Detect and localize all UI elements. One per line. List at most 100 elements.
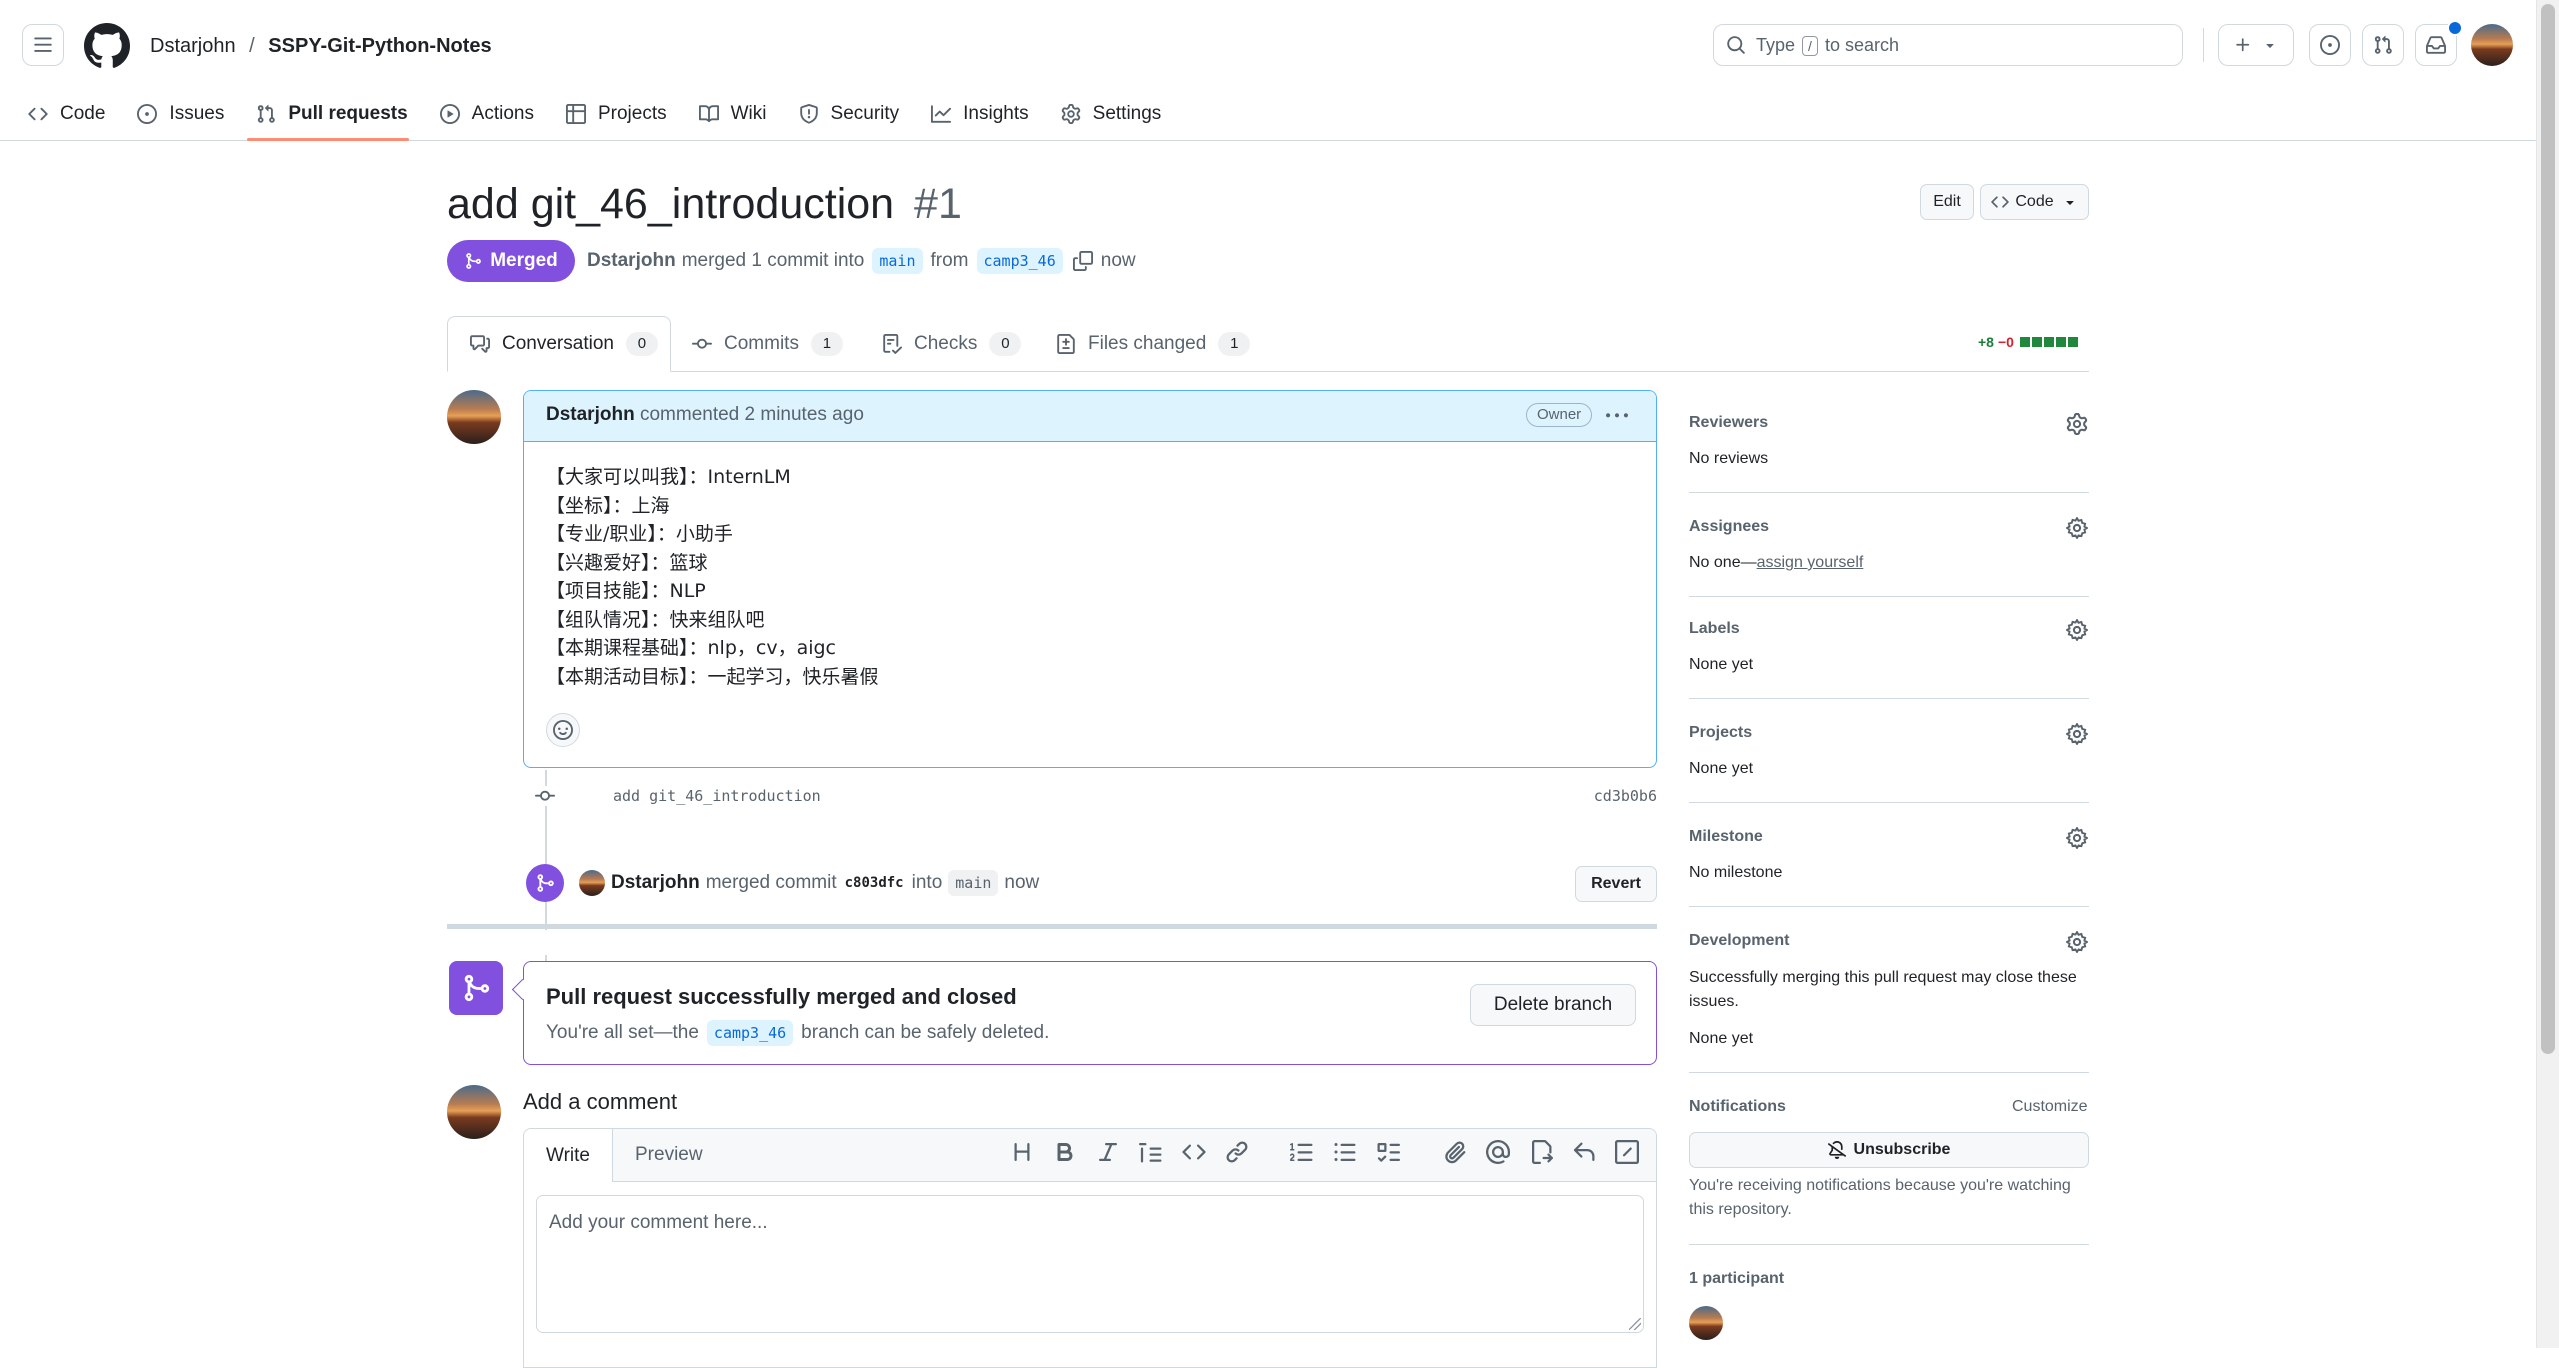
github-logo-icon[interactable] (84, 23, 130, 69)
code-icon[interactable] (1182, 1140, 1206, 1164)
gear-icon[interactable] (2066, 931, 2088, 953)
add-reaction-button[interactable] (546, 713, 580, 747)
tasklist-icon[interactable] (1376, 1140, 1400, 1164)
edit-title-button[interactable]: Edit (1920, 184, 1974, 220)
copy-icon[interactable] (1072, 251, 1093, 271)
tab-count: 0 (625, 332, 658, 356)
comment-time[interactable]: 2 minutes ago (745, 404, 864, 425)
nav-security[interactable]: Security (799, 103, 899, 125)
commit-message-link[interactable]: add git_46_introduction (613, 787, 821, 805)
nav-pull-requests[interactable]: Pull requests (256, 103, 408, 125)
assignees-title[interactable]: Assignees (1689, 518, 1769, 536)
merger-avatar[interactable] (579, 870, 605, 896)
development-value: None yet (1689, 1030, 1754, 1047)
gear-icon[interactable] (2066, 827, 2088, 849)
merge-commit-sha[interactable]: c803dfc (845, 875, 904, 891)
paperclip-icon[interactable] (1443, 1140, 1467, 1164)
scrollbar-thumb[interactable] (2541, 4, 2555, 1054)
preview-tab[interactable]: Preview (635, 1129, 703, 1181)
italic-icon[interactable] (1096, 1140, 1120, 1164)
tab-files-changed[interactable]: Files changed 1 (1056, 316, 1251, 372)
merge-target-branch[interactable]: main (948, 870, 999, 896)
gear-icon[interactable] (2066, 517, 2088, 539)
pr-meta: Dstarjohn merged 1 commit into main from… (587, 246, 1136, 276)
development-title[interactable]: Development (1689, 932, 1789, 950)
revert-button[interactable]: Revert (1575, 866, 1657, 902)
tab-commits[interactable]: Commits 1 (692, 316, 843, 372)
head-branch[interactable]: camp3_46 (976, 248, 1063, 274)
merged-status-icon (449, 961, 503, 1015)
nav-projects[interactable]: Projects (565, 103, 667, 125)
search-icon (1726, 35, 1746, 55)
nav-issues[interactable]: Issues (137, 103, 224, 125)
menu-button[interactable] (22, 24, 64, 66)
diffstat-added: +8 (1978, 334, 1994, 350)
sidebar-divider (1689, 906, 2089, 907)
unsubscribe-button[interactable]: Unsubscribe (1689, 1132, 2089, 1168)
issue-opened-icon (2320, 35, 2340, 55)
graph-icon (931, 104, 952, 124)
pull-request-icon (256, 104, 276, 124)
ordered-list-icon[interactable] (1290, 1140, 1314, 1164)
customize-link[interactable]: Customize (2012, 1098, 2088, 1116)
labels-title[interactable]: Labels (1689, 620, 1740, 638)
pr-author-link[interactable]: Dstarjohn (587, 250, 676, 272)
sidebar-divider (1689, 802, 2089, 803)
commit-sha-link[interactable]: cd3b0b6 (1594, 787, 1657, 805)
slash-commands-icon[interactable] (1615, 1140, 1639, 1164)
heading-icon[interactable] (1010, 1140, 1034, 1164)
base-branch[interactable]: main (872, 248, 923, 274)
nav-code[interactable]: Code (28, 103, 105, 125)
gear-icon[interactable] (2066, 619, 2088, 641)
owner-link[interactable]: Dstarjohn (150, 35, 236, 57)
page-scrollbar[interactable] (2536, 0, 2559, 1348)
issues-button[interactable] (2309, 24, 2351, 66)
assign-yourself-link[interactable]: assign yourself (1757, 554, 1864, 571)
mention-icon[interactable] (1486, 1140, 1510, 1164)
quote-icon[interactable] (1139, 1140, 1163, 1164)
code-icon (28, 104, 48, 124)
gear-icon[interactable] (2066, 413, 2088, 435)
repo-link[interactable]: SSPY-Git-Python-Notes (268, 35, 491, 57)
user-avatar[interactable] (2471, 24, 2513, 66)
nav-wiki[interactable]: Wiki (698, 103, 767, 125)
participant-avatar[interactable] (1689, 1306, 1723, 1340)
merged-state-badge: Merged (447, 240, 575, 282)
nav-actions[interactable]: Actions (439, 103, 534, 125)
search-placeholder: Type / to search (1756, 34, 1899, 56)
current-user-avatar (447, 1085, 501, 1139)
reviewers-value: No reviews (1689, 450, 1769, 467)
cross-reference-icon[interactable] (1529, 1140, 1553, 1164)
merger-link[interactable]: Dstarjohn (611, 872, 700, 894)
milestone-title[interactable]: Milestone (1689, 828, 1763, 846)
pr-title: add git_46_introduction (447, 180, 895, 228)
comment-author-link[interactable]: Dstarjohn (546, 404, 635, 425)
unordered-list-icon[interactable] (1333, 1140, 1357, 1164)
repo-breadcrumb: Dstarjohn / SSPY-Git-Python-Notes (150, 33, 492, 59)
tab-count: 1 (810, 332, 843, 356)
projects-title[interactable]: Projects (1689, 724, 1752, 742)
reply-icon[interactable] (1572, 1140, 1596, 1164)
nav-settings[interactable]: Settings (1061, 103, 1161, 125)
code-dropdown-button[interactable]: Code (1980, 184, 2089, 220)
pull-requests-button[interactable] (2362, 24, 2404, 66)
merged-event-text: Dstarjohn merged commit c803dfc into mai… (611, 868, 1039, 898)
git-commit-icon (692, 334, 712, 354)
create-new-button[interactable] (2218, 24, 2294, 66)
nav-insights[interactable]: Insights (931, 103, 1029, 125)
comment-textarea[interactable]: Add your comment here... (536, 1195, 1644, 1333)
link-icon[interactable] (1225, 1140, 1249, 1164)
search-input[interactable]: Type / to search (1713, 24, 2183, 66)
reviewers-title[interactable]: Reviewers (1689, 414, 1768, 432)
comment-author-avatar[interactable] (447, 390, 501, 444)
write-tab[interactable]: Write (524, 1129, 613, 1182)
comment-options-button[interactable] (1602, 403, 1632, 429)
delete-branch-button[interactable]: Delete branch (1470, 984, 1636, 1026)
sidebar-divider (1689, 1072, 2089, 1073)
resize-handle[interactable] (1629, 1318, 1641, 1330)
gear-icon[interactable] (2066, 723, 2088, 745)
tab-checks[interactable]: Checks 0 (882, 316, 1022, 372)
bold-icon[interactable] (1053, 1140, 1077, 1164)
tab-conversation[interactable]: Conversation 0 (447, 316, 671, 372)
notifications-title: Notifications (1689, 1098, 1786, 1115)
